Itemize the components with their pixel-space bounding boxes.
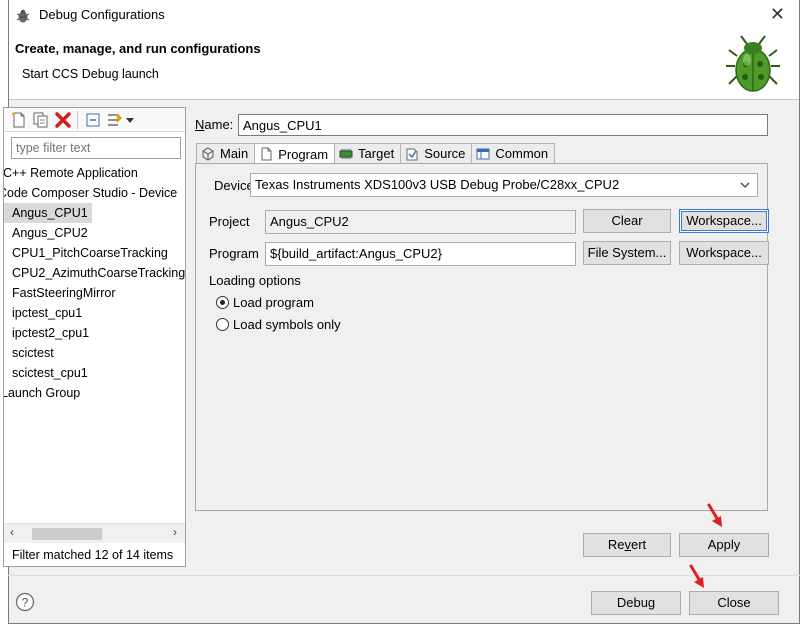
tab-target-label: Target — [358, 146, 395, 161]
scroll-right-icon[interactable]: › — [173, 525, 177, 539]
chevron-down-icon — [740, 182, 750, 188]
apply-button[interactable]: Apply — [679, 533, 769, 557]
tree-item-ccs-device[interactable]: Code Composer Studio - Device — [4, 183, 185, 203]
header-title: Create, manage, and run configurations — [15, 41, 261, 56]
tree-item-scictest-cpu1[interactable]: scictest_cpu1 — [4, 363, 185, 383]
config-tabs: Main Program Target Source Common — [196, 143, 556, 164]
filter-status: Filter matched 12 of 14 items — [12, 548, 174, 562]
delete-icon[interactable] — [54, 111, 72, 129]
tab-program-label: Program — [278, 146, 329, 162]
title-bar: Debug Configurations ✕ — [9, 0, 799, 30]
program-field[interactable]: ${build_artifact:Angus_CPU2} — [265, 242, 576, 266]
tree-item-cpp-remote-application[interactable]: C++ Remote Application — [4, 163, 185, 183]
radio-unselected-icon — [216, 318, 229, 331]
workspace-button-program[interactable]: Workspace... — [679, 241, 769, 265]
device-select[interactable]: Texas Instruments XDS100v3 USB Debug Pro… — [250, 173, 758, 197]
dropdown-icon[interactable] — [124, 111, 136, 129]
tree-item-angus-cpu1[interactable]: Angus_CPU1 — [4, 203, 92, 223]
tab-program[interactable]: Program — [254, 143, 336, 164]
green-bug-icon — [726, 35, 780, 92]
radio-load-symbols[interactable]: Load symbols only — [216, 317, 341, 332]
tab-source[interactable]: Source — [400, 143, 473, 163]
revert-button[interactable]: Revert — [583, 533, 671, 557]
main-icon — [202, 146, 214, 161]
tree-item-cpu1-pitch[interactable]: CPU1_PitchCoarseTracking — [4, 243, 185, 263]
project-field[interactable]: Angus_CPU2 — [265, 210, 576, 234]
device-value: Texas Instruments XDS100v3 USB Debug Pro… — [255, 177, 620, 192]
tab-main[interactable]: Main — [196, 143, 256, 163]
loading-options-label: Loading options — [209, 273, 301, 288]
tree-item-cpu2-azimuth[interactable]: CPU2_AzimuthCoarseTracking — [4, 263, 185, 283]
tab-common-label: Common — [495, 146, 549, 161]
filter-input[interactable] — [11, 137, 181, 159]
tab-target[interactable]: Target — [334, 143, 402, 163]
bottom-separator — [8, 575, 800, 576]
file-system-button[interactable]: File System... — [583, 241, 671, 265]
tab-source-label: Source — [424, 146, 466, 161]
clear-button[interactable]: Clear — [583, 209, 671, 233]
radio-load-program[interactable]: Load program — [216, 295, 314, 310]
device-label: Device — [214, 178, 254, 193]
program-icon — [261, 147, 272, 161]
radio-load-program-label: Load program — [233, 295, 314, 310]
annotation-arrow-icon — [689, 564, 704, 588]
tree-item-angus-cpu2[interactable]: Angus_CPU2 — [4, 223, 185, 243]
debug-button[interactable]: Debug — [591, 591, 681, 615]
project-label: Project — [209, 214, 250, 229]
radio-selected-icon — [216, 296, 229, 309]
name-label: Name: — [195, 117, 234, 132]
tree-item-ipctest2-cpu1[interactable]: ipctest2_cpu1 — [4, 323, 185, 343]
configuration-tree-panel: C++ Remote Application Code Composer Stu… — [3, 107, 186, 567]
program-label: Program — [209, 246, 259, 261]
annotation-arrow-icon — [707, 503, 722, 527]
target-icon — [339, 148, 353, 159]
new-config-icon[interactable] — [10, 111, 28, 129]
configuration-tree: C++ Remote Application Code Composer Stu… — [4, 163, 185, 523]
common-icon — [476, 148, 490, 159]
collapse-all-icon[interactable] — [84, 111, 102, 129]
radio-load-symbols-label: Load symbols only — [233, 317, 341, 332]
source-icon — [406, 148, 418, 160]
window-close-icon[interactable]: ✕ — [770, 4, 785, 25]
tab-main-label: Main — [220, 146, 249, 161]
scroll-left-icon[interactable]: ‹ — [10, 525, 14, 539]
filter-icon[interactable] — [106, 111, 124, 129]
tab-common[interactable]: Common — [471, 143, 556, 163]
help-icon[interactable]: ? — [15, 592, 35, 612]
window-title: Debug Configurations — [39, 7, 165, 22]
tree-item-ipctest-cpu1[interactable]: ipctest_cpu1 — [4, 303, 185, 323]
header-subtitle: Start CCS Debug launch — [22, 67, 159, 81]
scrollbar-thumb[interactable] — [32, 528, 102, 540]
close-button[interactable]: Close — [689, 591, 779, 615]
debug-bug-icon — [16, 9, 30, 23]
tree-item-fast-steering-mirror[interactable]: FastSteeringMirror — [4, 283, 185, 303]
svg-text:?: ? — [22, 596, 29, 610]
horizontal-scrollbar[interactable]: ‹ › — [4, 523, 185, 543]
tree-item-launch-group[interactable]: Launch Group — [4, 383, 185, 403]
dialog-header: Create, manage, and run configurations S… — [9, 30, 799, 100]
tree-item-scictest[interactable]: scictest — [4, 343, 185, 363]
name-input[interactable] — [238, 114, 768, 136]
tree-toolbar — [4, 108, 185, 132]
duplicate-icon[interactable] — [32, 111, 50, 129]
toolbar-separator — [77, 111, 78, 129]
workspace-button-project[interactable]: Workspace... — [679, 209, 769, 233]
